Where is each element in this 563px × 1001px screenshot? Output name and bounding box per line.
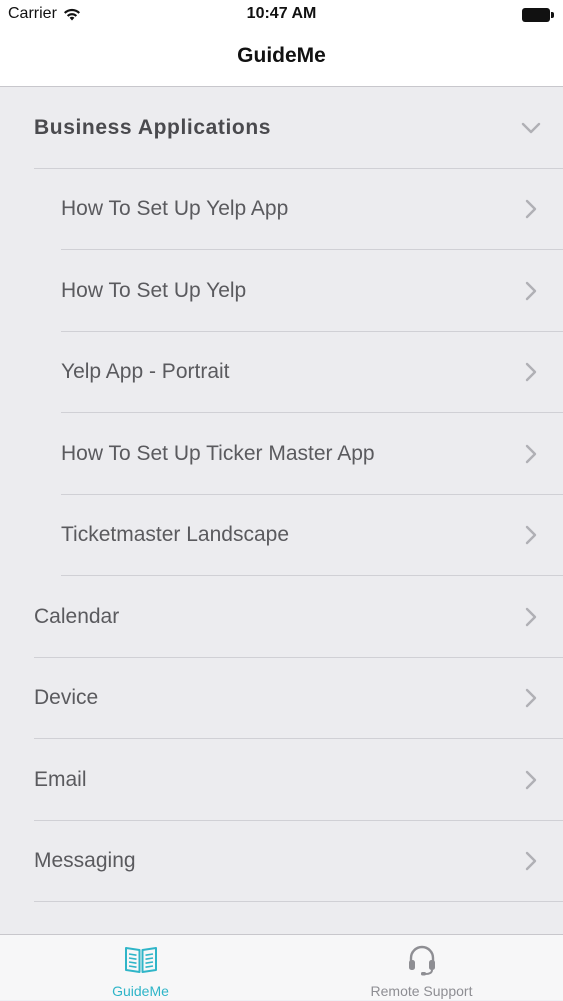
tab-bar: GuideMe Remote Support (0, 934, 563, 1000)
book-icon (124, 944, 158, 974)
row-divider (34, 901, 563, 902)
chevron-right-icon (525, 607, 537, 627)
chevron-down-icon (521, 122, 541, 134)
chevron-right-icon (525, 688, 537, 708)
chevron-right-icon (525, 362, 537, 382)
battery-icon (522, 8, 554, 22)
list-item-device[interactable]: Device (0, 658, 563, 739)
list-item-how-to-set-up-ticker-master-app[interactable]: How To Set Up Ticker Master App (0, 413, 563, 495)
tab-label: Remote Support (370, 983, 473, 999)
tab-remote-support[interactable]: Remote Support (281, 935, 562, 1001)
list-item-label: How To Set Up Ticker Master App (61, 441, 375, 465)
chevron-right-icon (525, 770, 537, 790)
chevron-right-icon (525, 525, 537, 545)
list-item-label: Device (34, 686, 99, 710)
chevron-right-icon (525, 281, 537, 301)
list-item-label: How To Set Up Yelp (61, 278, 247, 302)
list-item-label: Email (34, 767, 87, 791)
list-item-how-to-set-up-yelp[interactable]: How To Set Up Yelp (0, 250, 563, 332)
section-header-label: Business Applications (34, 115, 272, 139)
list-item-label: Yelp App - Portrait (61, 360, 230, 384)
guide-list[interactable]: Business Applications How To Set Up Yelp… (0, 87, 563, 934)
headset-icon (407, 944, 437, 976)
list-item-label: Calendar (34, 604, 120, 628)
list-item-yelp-app-portrait[interactable]: Yelp App - Portrait (0, 332, 563, 413)
status-bar: Carrier 10:47 AM (0, 0, 563, 30)
chevron-right-icon (525, 851, 537, 871)
status-time: 10:47 AM (246, 5, 317, 22)
tab-label: GuideMe (112, 983, 169, 999)
tab-guideme[interactable]: GuideMe (0, 935, 281, 1001)
chevron-right-icon (525, 199, 537, 219)
navigation-bar: GuideMe (0, 30, 563, 87)
list-item-ticketmaster-landscape[interactable]: Ticketmaster Landscape (0, 495, 563, 576)
list-item-label: How To Set Up Yelp App (61, 197, 289, 221)
list-item-label: Ticketmaster Landscape (61, 523, 289, 547)
list-item-how-to-set-up-yelp-app[interactable]: How To Set Up Yelp App (0, 169, 563, 250)
chevron-right-icon (525, 444, 537, 464)
page-title: GuideMe (237, 44, 326, 67)
section-header-business-applications[interactable]: Business Applications (0, 87, 563, 169)
list-item-messaging[interactable]: Messaging (0, 821, 563, 902)
list-item-calendar[interactable]: Calendar (0, 576, 563, 658)
list-item-label: Messaging (34, 849, 136, 873)
list-item-email[interactable]: Email (0, 739, 563, 821)
